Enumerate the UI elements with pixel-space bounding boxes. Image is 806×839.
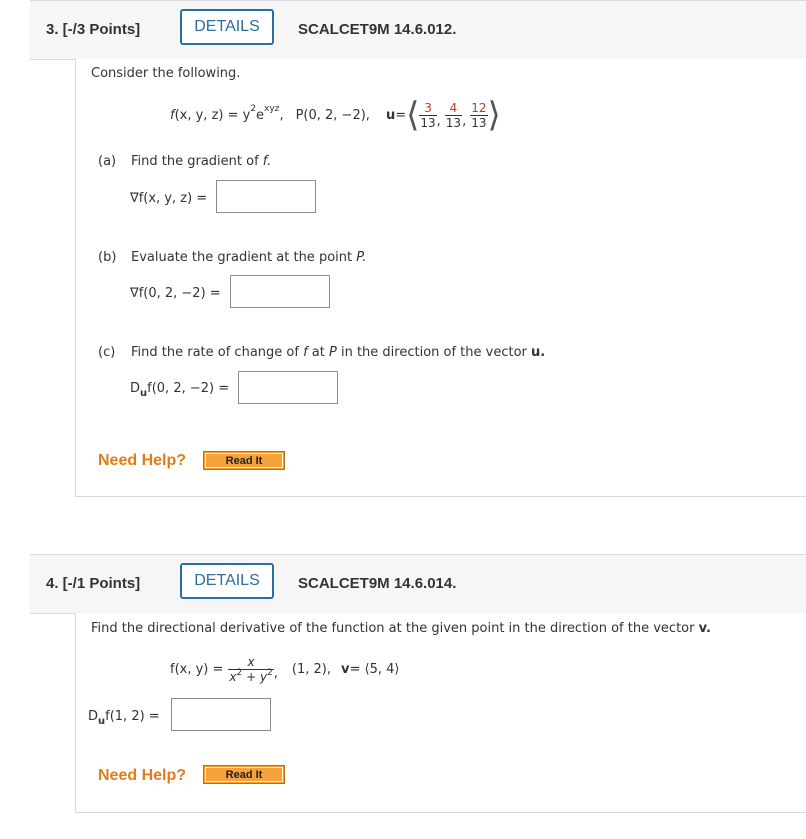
question-3-function-line: f (x, y, z) = y 2 e xyz, P(0, 2, −2), u = ⟨ …	[170, 93, 501, 137]
question-4-code: SCALCET9M 14.6.014.	[298, 575, 457, 592]
comma-sep: ,	[273, 666, 278, 681]
question-3-header: 3. [-/3 Points] DETAILS SCALCET9M 14.6.0…	[30, 0, 806, 60]
vector-u-eq: =	[395, 107, 407, 123]
read-it-button[interactable]: Read It	[203, 451, 285, 470]
part-a-label: (a)	[98, 154, 117, 169]
gradient-a-label: ∇f(x, y, z) =	[130, 191, 208, 206]
question-3-intro: Consider the following.	[91, 66, 241, 81]
part-c-text: Find the rate of change of f at P in the…	[131, 345, 546, 360]
question-3-points: 3. [-/3 Points]	[46, 21, 141, 38]
u-component-3: 12 13	[470, 100, 488, 130]
part-b-text: Evaluate the gradient at the point P.	[131, 250, 367, 265]
function-label: f(x, y) =	[170, 661, 224, 677]
vector-v-value: = ⟨5, 4⟩	[349, 661, 400, 677]
question-4-points: 4. [-/1 Points]	[46, 575, 141, 592]
u-component-1: 3 13	[419, 100, 437, 130]
comma-sep: ,	[436, 114, 441, 129]
directional-derivative-q4-input[interactable]	[171, 698, 271, 731]
vector-v-label: v	[341, 661, 350, 677]
directional-derivative-q4-label: Duf(1, 2) =	[88, 709, 160, 727]
part-b-label: (b)	[98, 250, 117, 265]
function-args: (x, y, z) = y	[174, 107, 251, 123]
question-4-intro: Find the directional derivative of the f…	[91, 621, 711, 636]
question-4-details-button[interactable]: DETAILS	[180, 563, 274, 599]
point-p: P(0, 2, −2),	[295, 107, 370, 123]
left-angle-bracket: ⟨	[406, 95, 420, 135]
question-4-function-line: f(x, y) = x x2 + y2 , (1, 2), v = ⟨5, 4⟩	[170, 649, 399, 689]
question-3-code: SCALCET9M 14.6.012.	[298, 21, 457, 38]
part-a-text: Find the gradient of f.	[131, 154, 272, 169]
e-symbol: e	[256, 107, 265, 123]
part-c-label: (c)	[98, 345, 116, 360]
gradient-a-input[interactable]	[216, 180, 316, 213]
function-fraction: x x2 + y2	[228, 654, 274, 684]
question-3-body: Consider the following. f (x, y, z) = y2e…	[75, 59, 806, 497]
right-angle-bracket: ⟩	[487, 95, 501, 135]
point-q4: (1, 2),	[291, 661, 332, 677]
gradient-b-label: ∇f(0, 2, −2) =	[130, 286, 221, 301]
need-help-label: Need Help?	[98, 767, 187, 784]
question-3-details-button[interactable]: DETAILS	[180, 9, 274, 45]
question-4-body: Find the directional derivative of the f…	[75, 613, 806, 813]
read-it-button[interactable]: Read It	[203, 765, 285, 784]
question-4-header: 4. [-/1 Points] DETAILS SCALCET9M 14.6.0…	[30, 554, 806, 614]
exponent-xyz: xyz	[264, 104, 280, 114]
exponent-2: 2	[250, 104, 257, 114]
vector-u-label: u	[385, 107, 396, 123]
comma: ,	[279, 107, 284, 123]
directional-derivative-c-label: Duf(0, 2, −2) =	[130, 381, 230, 399]
comma-sep: ,	[462, 114, 467, 129]
need-help-label: Need Help?	[98, 452, 187, 469]
directional-derivative-c-input[interactable]	[238, 371, 338, 404]
gradient-b-input[interactable]	[230, 275, 330, 308]
u-component-2: 4 13	[444, 100, 463, 130]
